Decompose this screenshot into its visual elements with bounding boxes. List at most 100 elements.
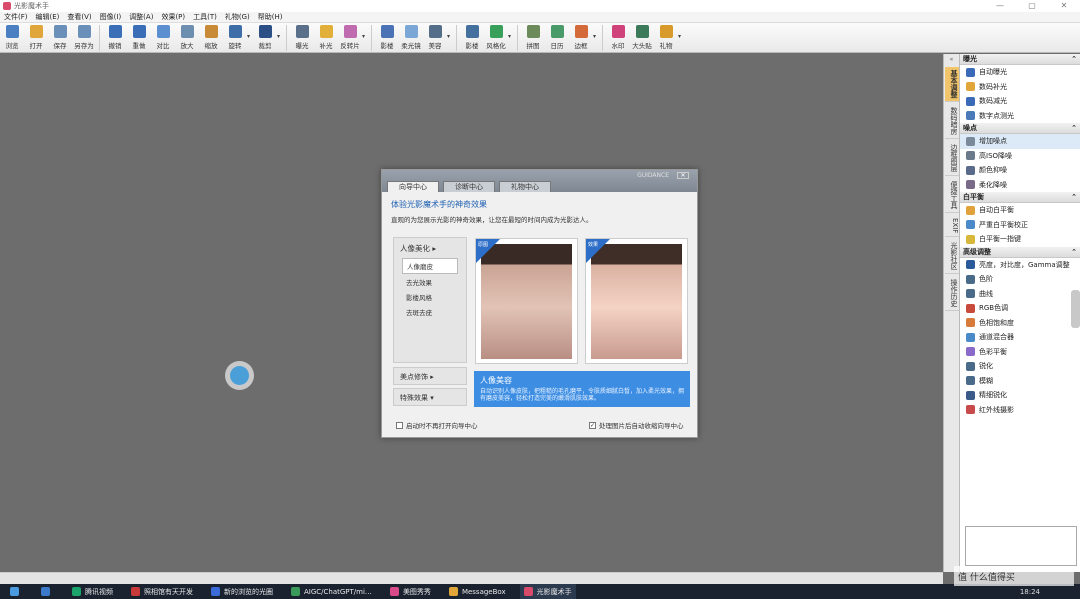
panel-item[interactable]: 增加噪点 xyxy=(960,134,1080,149)
panel-item[interactable]: 色阶 xyxy=(960,272,1080,287)
toolbar-button[interactable]: 影楼 xyxy=(375,23,399,53)
toolbar-button[interactable]: 礼物 xyxy=(654,23,678,53)
toolbar-button[interactable]: 柔光镜 xyxy=(399,23,423,53)
vertical-tab[interactable]: 基本调整 xyxy=(945,67,959,102)
panel-section-header[interactable]: 高级调整 ⌃ xyxy=(960,246,1080,258)
panel-item[interactable]: 数字点测光 xyxy=(960,109,1080,124)
panel-item[interactable]: 自动白平衡 xyxy=(960,203,1080,218)
toolbar-button[interactable]: 日历 xyxy=(545,23,569,53)
maximize-button[interactable]: ▢ xyxy=(1016,0,1048,12)
menu-item[interactable]: 礼物(G) xyxy=(225,12,250,22)
category-portrait[interactable]: 人像美化 ▸ xyxy=(394,238,466,257)
panel-item[interactable]: 色相饱和度 xyxy=(960,316,1080,331)
panel-item[interactable]: 白平衡一指键 xyxy=(960,232,1080,247)
taskbar-app[interactable]: 新的浏览的光圈 xyxy=(207,584,277,599)
taskbar-app[interactable]: 光影魔术手 xyxy=(519,584,576,599)
minimize-button[interactable]: — xyxy=(984,0,1016,12)
dropdown-arrow-icon[interactable]: ▾ xyxy=(447,33,453,40)
checkbox-box[interactable] xyxy=(396,421,403,429)
toolbar-button[interactable]: 打开 xyxy=(24,23,48,53)
taskbar-app[interactable]: AIGC/ChatGPT/mi… xyxy=(287,584,376,599)
menu-item[interactable]: 文件(F) xyxy=(4,12,28,22)
toolbar-button[interactable]: 边框 xyxy=(569,23,593,53)
menu-item[interactable]: 图像(I) xyxy=(100,12,122,22)
horizontal-scrollbar[interactable] xyxy=(0,572,943,584)
toolbar-button[interactable]: 补光 xyxy=(314,23,338,53)
dropdown-arrow-icon[interactable]: ▾ xyxy=(678,33,684,40)
tab-gift-center[interactable]: 礼物中心 xyxy=(499,181,551,192)
panel-item[interactable]: 自动曝光 xyxy=(960,65,1080,80)
panel-section-header[interactable]: 噪点 ⌃ xyxy=(960,123,1080,134)
toolbar-button[interactable]: 保存 xyxy=(48,23,72,53)
toolbar-button[interactable]: 放大 xyxy=(175,23,199,53)
taskbar-app[interactable]: 腾讯视频 xyxy=(68,584,117,599)
menu-item[interactable]: 工具(T) xyxy=(193,12,217,22)
collapse-section-icon[interactable]: ⌃ xyxy=(1071,193,1077,201)
taskbar-app[interactable]: 照相馆有天开发 xyxy=(127,584,197,599)
panel-item[interactable]: 通道混合器 xyxy=(960,330,1080,345)
menu-item-spot-removal[interactable]: 去斑去疣 xyxy=(402,305,458,319)
toolbar-button[interactable]: 风格化 xyxy=(484,23,508,53)
toolbar-button[interactable]: 旋转 xyxy=(223,23,247,53)
toolbar-button[interactable]: 缩放 xyxy=(199,23,223,53)
toolbar-button[interactable]: 对比 xyxy=(151,23,175,53)
toolbar-button[interactable]: 曝光 xyxy=(290,23,314,53)
panel-item[interactable]: 数码减光 xyxy=(960,94,1080,109)
collapse-section-icon[interactable]: ⌃ xyxy=(1071,55,1077,63)
vertical-tab[interactable]: 操作历史 xyxy=(945,276,959,312)
panel-item[interactable]: 颜色抑噪 xyxy=(960,163,1080,178)
tab-diagnosis-center[interactable]: 诊断中心 xyxy=(443,181,495,192)
vertical-tab[interactable]: 数码暗房 xyxy=(945,104,959,139)
checkbox-box-checked[interactable]: ✓ xyxy=(589,421,596,429)
dropdown-arrow-icon[interactable]: ▾ xyxy=(362,33,368,40)
auto-collapse-checkbox[interactable]: ✓ 处理图片后自动收缩向导中心 xyxy=(589,420,684,430)
startup-checkbox[interactable]: 启动时不再打开向导中心 xyxy=(396,420,478,430)
menu-item-skin-smoothing[interactable]: 人像磨皮 xyxy=(402,258,458,274)
panel-item[interactable]: 精细锐化 xyxy=(960,388,1080,403)
vertical-tab[interactable]: 便捷工具 xyxy=(945,178,959,213)
toolbar-button[interactable]: 撤销 xyxy=(103,23,127,53)
panel-scroll-handle[interactable] xyxy=(1071,290,1080,328)
toolbar-button[interactable]: 浏览 xyxy=(0,23,24,53)
menu-item[interactable]: 帮助(H) xyxy=(258,12,283,22)
panel-item[interactable]: 红外线摄影 xyxy=(960,403,1080,418)
menu-item[interactable]: 编辑(E) xyxy=(36,12,60,22)
toolbar-button[interactable]: 反转片 xyxy=(338,23,362,53)
toolbar-button[interactable]: 影楼 xyxy=(460,23,484,53)
collapse-section-icon[interactable]: ⌃ xyxy=(1071,124,1077,132)
category-special-effects[interactable]: 特殊效果 ▾ xyxy=(393,388,467,406)
menu-item[interactable]: 查看(V) xyxy=(67,12,91,22)
panel-item[interactable]: 锐化 xyxy=(960,359,1080,374)
panel-item[interactable]: RGB色调 xyxy=(960,301,1080,316)
collapse-panel-icon[interactable]: « xyxy=(944,54,959,65)
dropdown-arrow-icon[interactable]: ▾ xyxy=(277,33,283,40)
start-icon[interactable] xyxy=(6,584,27,599)
menu-item[interactable]: 效果(P) xyxy=(161,12,185,22)
panel-section-header[interactable]: 白平衡 ⌃ xyxy=(960,192,1080,203)
panel-item[interactable]: 亮度，对比度，Gamma调整 xyxy=(960,258,1080,273)
menu-item-studio-style[interactable]: 影楼风格 xyxy=(402,290,458,304)
taskbar-app[interactable]: MessageBox xyxy=(445,584,510,599)
vertical-tab[interactable]: EXIF xyxy=(945,215,959,238)
toolbar-button[interactable]: 裁剪 xyxy=(253,23,277,53)
dropdown-arrow-icon[interactable]: ▾ xyxy=(508,33,514,40)
panel-item[interactable]: 模糊 xyxy=(960,374,1080,389)
panel-section-header[interactable]: 曝光 ⌃ xyxy=(960,54,1080,65)
category-beauty-spots[interactable]: 美点修饰 ▸ xyxy=(393,367,467,385)
close-button[interactable]: ✕ xyxy=(1048,0,1080,12)
menu-item-light-removal[interactable]: 去光效果 xyxy=(402,275,458,289)
panel-item[interactable]: 高ISO降噪 xyxy=(960,149,1080,164)
vertical-tab[interactable]: 边框图层 xyxy=(945,141,959,176)
menu-item[interactable]: 调整(A) xyxy=(129,12,153,22)
panel-item[interactable]: 曲线 xyxy=(960,287,1080,302)
search-icon[interactable] xyxy=(37,584,58,599)
toolbar-button[interactable]: 重做 xyxy=(127,23,151,53)
panel-item[interactable]: 色彩平衡 xyxy=(960,345,1080,360)
vertical-tab[interactable]: 光影社区 xyxy=(945,239,959,275)
toolbar-button[interactable]: 大头贴 xyxy=(630,23,654,53)
dropdown-arrow-icon[interactable]: ▾ xyxy=(593,33,599,40)
panel-item[interactable]: 数码补光 xyxy=(960,80,1080,95)
toolbar-button[interactable]: 美容 xyxy=(423,23,447,53)
taskbar-app[interactable]: 美图秀秀 xyxy=(386,584,435,599)
collapse-section-icon[interactable]: ⌃ xyxy=(1071,248,1077,256)
